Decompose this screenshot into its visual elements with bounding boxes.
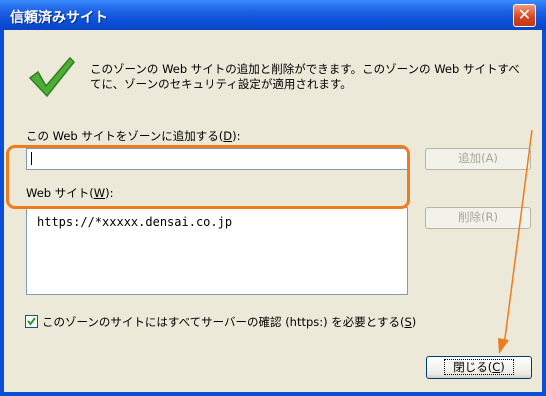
annotation-arrow — [498, 129, 533, 354]
trusted-sites-dialog: 信頼済みサイト ✕ このゾーンの Web サイトの追加と削除ができます。このゾー… — [0, 0, 546, 396]
